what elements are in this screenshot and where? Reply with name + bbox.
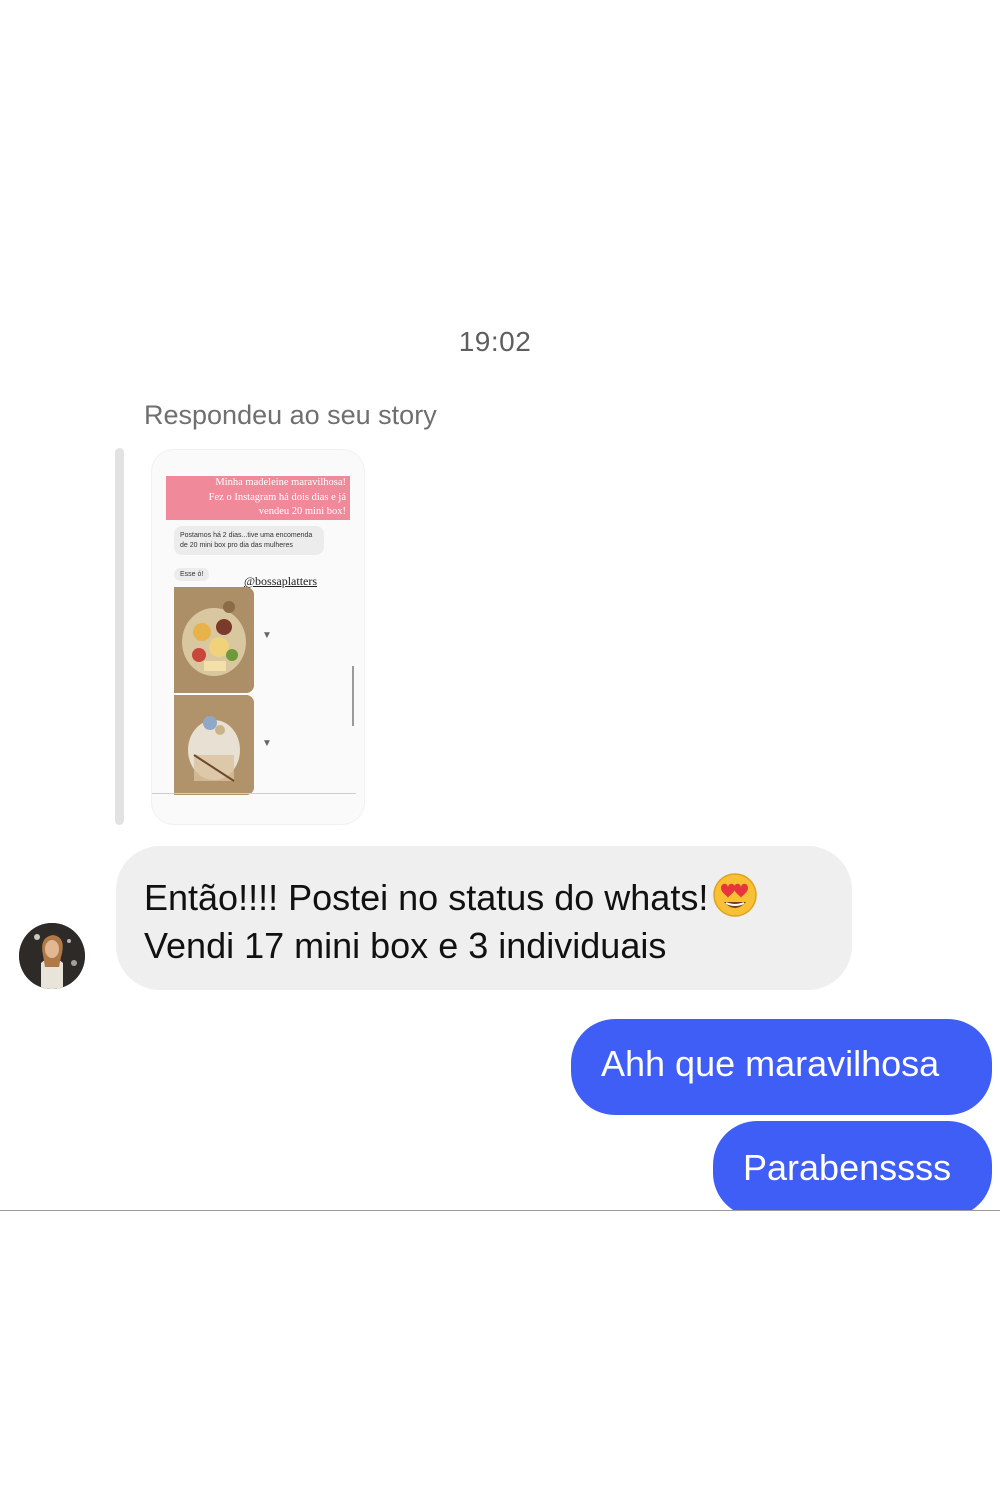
heart-eyes-emoji-icon	[713, 873, 758, 917]
food-platter-image	[174, 587, 254, 693]
story-reply-label: Respondeu ao seu story	[144, 400, 437, 430]
chat-thread[interactable]: 19:02 Respondeu ao seu story Minha madel…	[0, 272, 1000, 1211]
story-header-line: Fez o Instagram há dois dias e já	[208, 491, 346, 503]
story-header-line: vendeu 20 mini box!	[258, 506, 346, 517]
outgoing-message-bubble[interactable]: Parabenssss	[713, 1121, 992, 1210]
story-short-message: Esse ó!	[174, 568, 210, 581]
story-food-photo	[174, 587, 254, 693]
profile-photo	[19, 923, 85, 989]
photo-menu-chevron-icon[interactable]: ▼	[262, 738, 272, 749]
story-mention-tag: @bossaplatters	[244, 574, 318, 588]
outgoing-message-bubble[interactable]: Ahh que maravilhosa	[571, 1019, 992, 1115]
story-scrollbar	[352, 666, 354, 726]
photo-menu-chevron-icon[interactable]: ▼	[262, 630, 272, 641]
story-preview-card[interactable]: Minha madeleine maravilhosa! Fez o Insta…	[152, 450, 364, 824]
sender-avatar[interactable]	[19, 923, 85, 989]
incoming-message-line: Vendi 17 mini box e 3 individuais	[144, 925, 667, 966]
story-header-line: Minha madeleine maravilhosa!	[215, 477, 346, 488]
incoming-message-bubble[interactable]: Então!!!! Postei no status do whats! Ven…	[116, 846, 852, 990]
top-blank-area	[0, 0, 1000, 272]
story-food-photo	[174, 695, 254, 795]
reply-indicator-bar	[115, 448, 124, 825]
incoming-message-line: Então!!!! Postei no status do whats!	[144, 872, 852, 922]
story-header-caption: Minha madeleine maravilhosa! Fez o Insta…	[166, 476, 350, 520]
story-divider	[152, 793, 356, 794]
message-timestamp: 19:02	[458, 326, 532, 357]
gift-box-image	[174, 695, 254, 795]
story-message-bubble: Postamos há 2 dias...tive uma encomenda …	[174, 526, 324, 555]
incoming-message-text: Então!!!! Postei no status do whats!	[144, 877, 709, 918]
